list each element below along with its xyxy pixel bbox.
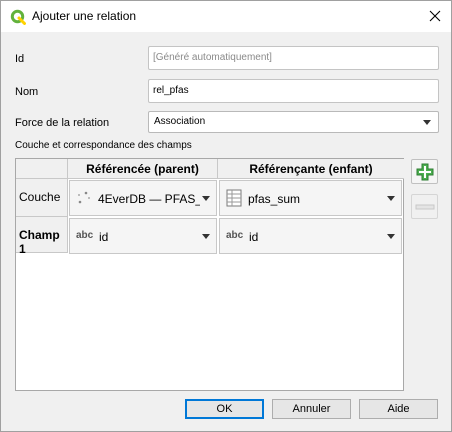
text-field-icon: abc [226,230,244,241]
nom-label: Nom [15,86,39,98]
table-layer-icon [226,189,242,207]
remove-icon [415,204,435,210]
chevron-down-icon [387,234,395,239]
mapping-section-label: Couche et correspondance des champs [15,140,192,151]
add-icon [416,163,434,181]
parent-field-value: id [99,230,109,244]
child-field-select[interactable]: abc id [219,218,402,254]
parent-field-select[interactable]: abc id [69,218,217,254]
mapping-table: Référencée (parent) Référençante (enfant… [15,158,404,391]
row-label-couche: Couche [16,179,68,217]
dialog-window: Ajouter une relation Id [Généré automati… [0,0,452,432]
add-field-button[interactable] [411,159,438,184]
id-field[interactable]: [Généré automatiquement] [148,46,439,70]
force-select[interactable]: Association [148,111,439,133]
id-label: Id [15,53,25,65]
help-button[interactable]: Aide [359,399,438,419]
cancel-button[interactable]: Annuler [272,399,351,419]
header-child: Référençante (enfant) [218,159,404,179]
child-layer-value: pfas_sum [248,192,301,206]
point-layer-icon [78,191,90,204]
chevron-down-icon [202,234,210,239]
close-icon [429,10,441,22]
header-parent: Référencée (parent) [68,159,218,179]
force-value: Association [154,116,206,127]
chevron-down-icon [387,196,395,201]
window-title: Ajouter une relation [32,9,137,23]
parent-layer-value: 4EverDB — PFAS_si [98,192,200,206]
title-bar[interactable]: Ajouter une relation [1,1,451,32]
parent-layer-select[interactable]: 4EverDB — PFAS_si [69,180,217,216]
nom-field[interactable]: rel_pfas [148,79,439,103]
force-label: Force de la relation [15,117,110,129]
child-layer-select[interactable]: pfas_sum [219,180,402,216]
text-field-icon: abc [76,230,94,241]
corner-header [16,159,68,179]
chevron-down-icon [202,196,210,201]
remove-field-button[interactable] [411,194,438,219]
qgis-icon [10,9,26,25]
row-label-champ1: Champ 1 [16,217,68,256]
ok-button[interactable]: OK [185,399,264,419]
close-button[interactable] [421,4,449,28]
child-field-value: id [249,230,259,244]
chevron-down-icon [423,120,431,125]
